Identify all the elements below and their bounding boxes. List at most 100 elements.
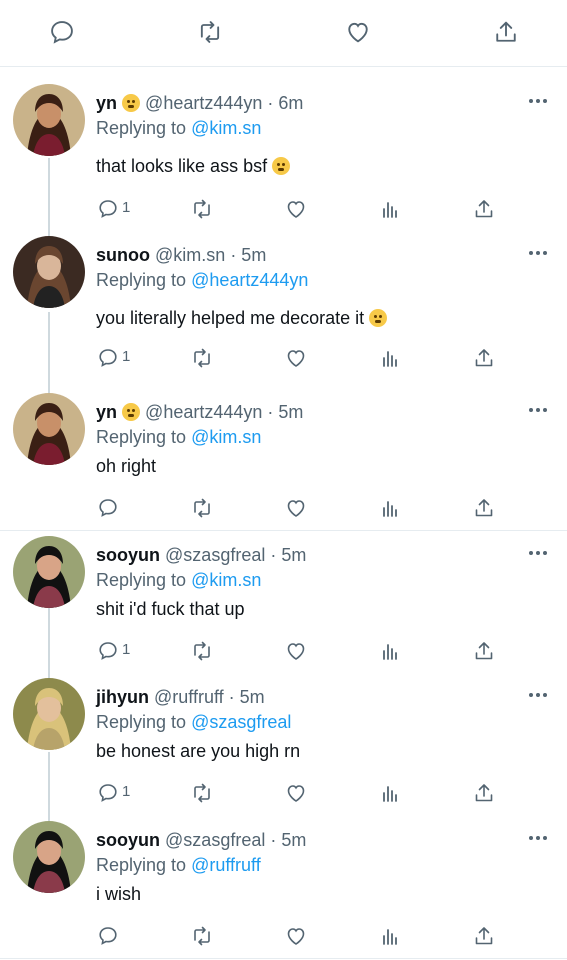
avatar[interactable] bbox=[13, 236, 85, 308]
replying-to-label: Replying to bbox=[96, 570, 187, 590]
tweet-actions: 1 bbox=[0, 345, 567, 371]
like-icon[interactable] bbox=[284, 923, 308, 949]
reply-count: 1 bbox=[122, 348, 131, 365]
like-icon[interactable] bbox=[284, 780, 308, 806]
like-icon[interactable] bbox=[284, 638, 308, 664]
more-icon[interactable] bbox=[528, 406, 548, 414]
reply-button[interactable]: 1 bbox=[96, 780, 146, 806]
tweet-text-content: you literally helped me decorate it bbox=[96, 308, 365, 328]
share-icon[interactable] bbox=[472, 638, 496, 664]
display-name[interactable]: sooyun bbox=[96, 830, 160, 850]
emoji-icon bbox=[369, 309, 388, 327]
avatar[interactable] bbox=[13, 821, 85, 893]
mention-link[interactable]: @heartz444yn bbox=[191, 270, 308, 290]
mention-link[interactable]: @kim.sn bbox=[191, 118, 261, 138]
reply-button[interactable] bbox=[96, 495, 146, 521]
share-icon[interactable] bbox=[472, 923, 496, 949]
tweet-actions: 1 bbox=[0, 780, 567, 806]
views-icon[interactable] bbox=[378, 638, 402, 664]
retweet-icon[interactable] bbox=[196, 18, 224, 46]
reply-count: 1 bbox=[122, 199, 131, 216]
retweet-icon[interactable] bbox=[190, 638, 214, 664]
reply-icon[interactable] bbox=[96, 780, 120, 806]
display-name[interactable]: sunoo bbox=[96, 245, 150, 265]
tweet-actions bbox=[0, 495, 567, 521]
tweet-header: yn @heartz444yn · 5m bbox=[96, 401, 303, 423]
more-icon[interactable] bbox=[528, 97, 548, 105]
display-name[interactable]: yn bbox=[96, 93, 117, 113]
tweet-header: yn @heartz444yn · 6m bbox=[96, 92, 303, 114]
more-icon[interactable] bbox=[528, 249, 548, 257]
retweet-icon[interactable] bbox=[190, 196, 214, 222]
timestamp[interactable]: · 5m bbox=[267, 402, 303, 422]
reply-button[interactable]: 1 bbox=[96, 196, 146, 222]
reply-button[interactable]: 1 bbox=[96, 345, 146, 371]
handle[interactable]: @heartz444yn bbox=[145, 93, 262, 113]
timestamp[interactable]: · 5m bbox=[229, 687, 265, 707]
display-name[interactable]: jihyun bbox=[96, 687, 149, 707]
retweet-icon[interactable] bbox=[190, 923, 214, 949]
handle[interactable]: @heartz444yn bbox=[145, 402, 262, 422]
tweet-text-content: that looks like ass bsf bbox=[96, 156, 268, 176]
avatar[interactable] bbox=[13, 536, 85, 608]
retweet-icon[interactable] bbox=[190, 495, 214, 521]
more-icon[interactable] bbox=[528, 549, 548, 557]
tweet-header: sooyun @szasgfreal · 5m bbox=[96, 829, 306, 851]
reply-icon[interactable] bbox=[96, 495, 120, 521]
handle[interactable]: @ruffruff bbox=[154, 687, 224, 707]
more-icon[interactable] bbox=[528, 834, 548, 842]
like-icon[interactable] bbox=[284, 345, 308, 371]
emoji-icon bbox=[122, 403, 141, 421]
share-icon[interactable] bbox=[472, 345, 496, 371]
share-icon[interactable] bbox=[472, 495, 496, 521]
share-icon[interactable] bbox=[472, 780, 496, 806]
reply-icon[interactable] bbox=[96, 923, 120, 949]
views-icon[interactable] bbox=[378, 923, 402, 949]
tweet-header: jihyun @ruffruff · 5m bbox=[96, 686, 265, 708]
views-icon[interactable] bbox=[378, 495, 402, 521]
replying-to: Replying to @kim.sn bbox=[96, 569, 261, 591]
handle[interactable]: @szasgfreal bbox=[165, 545, 265, 565]
views-icon[interactable] bbox=[378, 196, 402, 222]
retweet-icon[interactable] bbox=[190, 345, 214, 371]
views-icon[interactable] bbox=[378, 780, 402, 806]
replying-to: Replying to @ruffruff bbox=[96, 854, 261, 876]
mention-link[interactable]: @kim.sn bbox=[191, 570, 261, 590]
reply-button[interactable]: 1 bbox=[96, 638, 146, 664]
more-icon[interactable] bbox=[528, 691, 548, 699]
avatar[interactable] bbox=[13, 84, 85, 156]
like-icon[interactable] bbox=[344, 18, 372, 46]
timestamp[interactable]: · 6m bbox=[267, 93, 303, 113]
mention-link[interactable]: @szasgfreal bbox=[191, 712, 291, 732]
timestamp[interactable]: · 5m bbox=[270, 830, 306, 850]
replying-to: Replying to @kim.sn bbox=[96, 426, 261, 448]
mention-link[interactable]: @ruffruff bbox=[191, 855, 261, 875]
like-icon[interactable] bbox=[284, 196, 308, 222]
tweet-text: shit i'd fuck that up bbox=[96, 598, 245, 620]
tweet-text-content: shit i'd fuck that up bbox=[96, 599, 245, 619]
tweet-text: i wish bbox=[96, 883, 141, 905]
retweet-icon[interactable] bbox=[190, 780, 214, 806]
timestamp[interactable]: · 5m bbox=[270, 545, 306, 565]
display-name[interactable]: sooyun bbox=[96, 545, 160, 565]
timestamp[interactable]: · 5m bbox=[230, 245, 266, 265]
display-name[interactable]: yn bbox=[96, 402, 117, 422]
share-icon[interactable] bbox=[492, 18, 520, 46]
handle[interactable]: @szasgfreal bbox=[165, 830, 265, 850]
tweet-text-content: i wish bbox=[96, 884, 142, 904]
handle[interactable]: @kim.sn bbox=[155, 245, 225, 265]
tweet-text-content: be honest are you high rn bbox=[96, 741, 301, 761]
top-action-bar bbox=[0, 0, 567, 67]
reply-icon[interactable] bbox=[96, 638, 120, 664]
reply-icon[interactable] bbox=[48, 18, 76, 46]
avatar[interactable] bbox=[13, 678, 85, 750]
views-icon[interactable] bbox=[378, 345, 402, 371]
like-icon[interactable] bbox=[284, 495, 308, 521]
reply-icon[interactable] bbox=[96, 196, 120, 222]
tweet-actions: 1 bbox=[0, 638, 567, 664]
reply-icon[interactable] bbox=[96, 345, 120, 371]
share-icon[interactable] bbox=[472, 196, 496, 222]
reply-button[interactable] bbox=[96, 923, 146, 949]
avatar[interactable] bbox=[13, 393, 85, 465]
mention-link[interactable]: @kim.sn bbox=[191, 427, 261, 447]
